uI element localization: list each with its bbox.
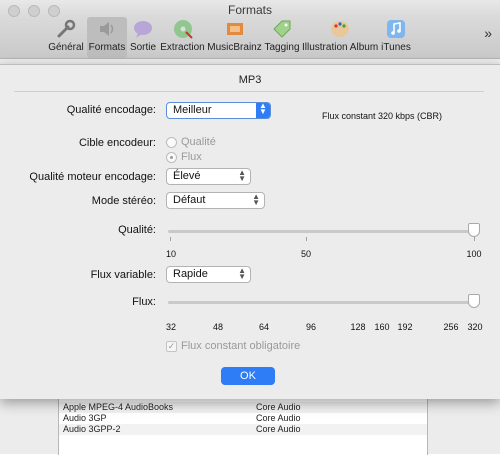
sheet-title: MP3 (238, 74, 262, 86)
variable-flux-label: Flux variable: (90, 269, 156, 281)
tag-icon (269, 17, 295, 41)
tab-musicbrainz[interactable]: MusicBrainz (207, 17, 262, 58)
quality-encoding-label: Qualité encodage: (66, 104, 156, 116)
quality-slider-thumb[interactable] (468, 223, 480, 237)
radio-selected-icon (166, 151, 177, 163)
chevron-updown-icon: ▲ ▼ (238, 168, 246, 183)
tab-extraction[interactable]: Extraction (160, 17, 205, 58)
chevron-updown-icon: ▲ ▼ (238, 266, 246, 281)
toolbar: Général Formats Sortie Extraction MusicB… (0, 17, 500, 59)
radio-quality[interactable]: Qualité (166, 136, 216, 148)
tab-sortie[interactable]: Sortie (128, 17, 158, 58)
quality-slider-track[interactable] (168, 230, 478, 233)
tab-general[interactable]: Général (46, 17, 86, 58)
tab-itunes[interactable]: iTunes (380, 17, 412, 58)
list-item[interactable]: Audio 3GPP-2 Core Audio (59, 424, 427, 435)
mp3-settings-sheet: MP3 Qualité encodage: Meilleur ▲ ▼ Flux c… (0, 64, 500, 399)
radio-icon (166, 136, 177, 148)
window-controls (8, 5, 60, 17)
zoom-button[interactable] (48, 5, 60, 17)
close-button[interactable] (8, 5, 20, 17)
window-title: Formats (227, 3, 272, 17)
checkmark-icon: ✓ (166, 340, 177, 352)
radio-flux[interactable]: Flux (166, 151, 202, 163)
constant-flux-checkbox[interactable]: ✓ Flux constant obligatoire (166, 340, 300, 352)
ok-button[interactable]: OK (221, 367, 275, 385)
disc-icon (170, 17, 196, 41)
tab-tagging[interactable]: Tagging (264, 17, 300, 58)
speech-bubble-icon (130, 17, 156, 41)
palette-icon (327, 17, 353, 41)
quality-slider-label: Qualité: (118, 224, 156, 236)
formats-list: AIFFCore Audio Apple MPEG-4 AudioBooksCo… (58, 390, 428, 455)
list-item[interactable]: Audio 3GP Core Audio (59, 413, 427, 424)
tab-formats[interactable]: Formats (87, 17, 127, 58)
bitrate-info: Flux constant 320 kbps (CBR) (322, 111, 443, 121)
list-item[interactable]: Apple MPEG-4 AudioBooks Core Audio (59, 402, 427, 413)
quality-encoding-popup[interactable]: Meilleur ▲ ▼ (166, 102, 271, 119)
chevron-updown-icon: ▲ ▼ (256, 102, 270, 118)
music-note-icon (383, 17, 409, 41)
stereo-mode-label: Mode stéréo: (91, 195, 156, 207)
minimize-button[interactable] (28, 5, 40, 17)
engine-quality-label: Qualité moteur encodage: (29, 171, 156, 183)
divider (14, 91, 484, 92)
flux-slider-track[interactable] (168, 301, 478, 304)
tab-illustration-album[interactable]: Illustration Album (302, 17, 378, 58)
engine-quality-popup[interactable]: Élevé ▲ ▼ (166, 168, 251, 185)
flux-slider-thumb[interactable] (468, 294, 480, 308)
more-toolbar-items-button[interactable]: » (484, 25, 492, 41)
flux-slider-label: Flux: (132, 296, 156, 308)
variable-flux-popup[interactable]: Rapide ▲ ▼ (166, 266, 251, 283)
encoder-target-label: Cible encodeur: (78, 137, 156, 149)
chevron-updown-icon: ▲ ▼ (252, 192, 260, 207)
musicbrainz-icon (222, 17, 248, 41)
speaker-icon (94, 17, 120, 41)
stereo-mode-popup[interactable]: Défaut ▲ ▼ (166, 192, 265, 209)
wrench-icon (53, 17, 79, 41)
